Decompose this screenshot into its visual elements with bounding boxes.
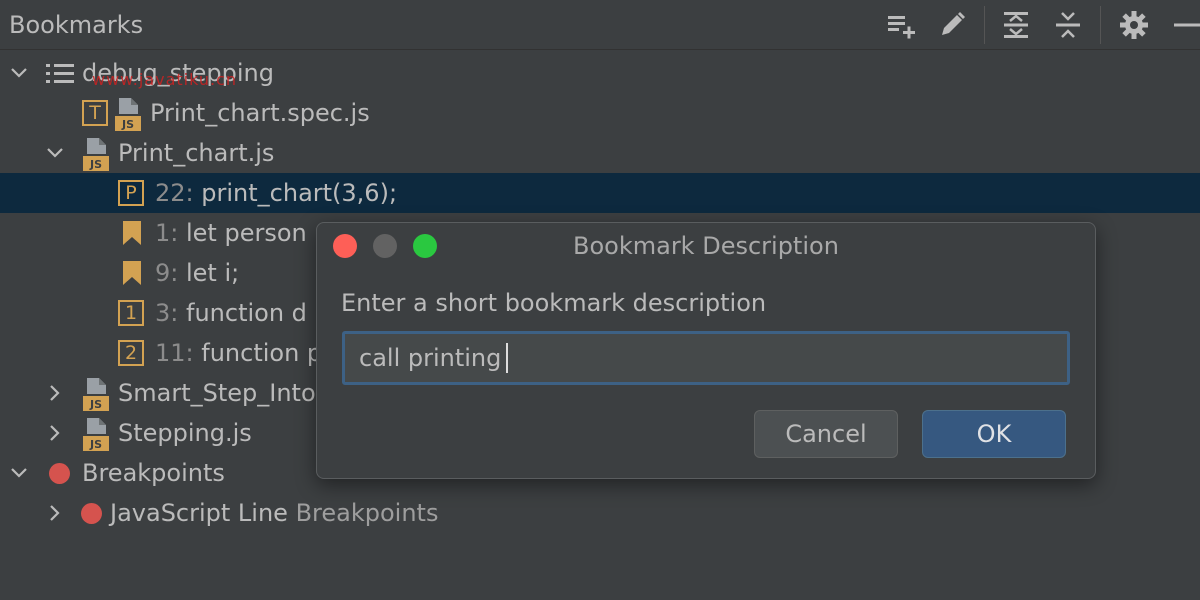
tree-item-label: Breakpoints	[82, 459, 225, 487]
panel-title: Bookmarks	[9, 11, 144, 39]
js-file-icon: JS	[83, 418, 109, 451]
cancel-button[interactable]: Cancel	[754, 410, 898, 458]
svg-text:JS: JS	[89, 398, 102, 411]
bookmark-label: 3: function d	[155, 298, 307, 328]
chevron-down-icon[interactable]	[9, 463, 29, 483]
mnemonic-badge-1: 1	[118, 300, 144, 326]
mnemonic-badge-2: 2	[118, 340, 144, 366]
line-number: 1:	[155, 219, 179, 247]
toolbar-separator	[984, 6, 985, 44]
bookmark-label: 1: let person	[155, 218, 307, 248]
line-number: 22:	[155, 179, 194, 207]
tree-item-label: Stepping.js	[118, 419, 252, 447]
line-number: 11:	[155, 339, 194, 367]
breakpoint-type-label: JavaScript Line	[110, 499, 288, 527]
bookmark-label: 9: let i;	[155, 258, 239, 288]
window-close-button[interactable]	[333, 234, 357, 258]
chevron-down-icon[interactable]	[9, 63, 29, 83]
js-file-icon: JS	[83, 378, 109, 411]
window-zoom-button[interactable]	[413, 234, 437, 258]
chevron-down-icon[interactable]	[45, 143, 65, 163]
tree-group-js-line-breakpoints[interactable]: JavaScript Line Breakpoints	[0, 493, 1200, 533]
bookmark-description-input[interactable]	[342, 331, 1070, 385]
tree-item-label: Smart_Step_Into	[118, 379, 316, 407]
watermark: www.javatiku.cn	[92, 70, 238, 89]
minimize-icon[interactable]	[1166, 8, 1200, 42]
tree-item-label: JavaScript Line Breakpoints	[110, 498, 438, 528]
line-code: let i;	[186, 259, 240, 287]
line-number: 9:	[155, 259, 179, 287]
svg-text:JS: JS	[89, 158, 102, 171]
line-code: function p	[201, 339, 323, 367]
toolbar-separator	[1100, 6, 1101, 44]
bookmarks-panel: Bookmarks debug_stepping www.javatiku.cn…	[0, 0, 1200, 600]
expand-all-icon[interactable]	[999, 8, 1033, 42]
bookmark-description-dialog: Bookmark Description Enter a short bookm…	[316, 222, 1096, 479]
js-file-icon: JS	[83, 138, 109, 171]
tree-file-print-chart-spec[interactable]: T JS Print_chart.spec.js	[0, 93, 1200, 133]
add-list-icon[interactable]	[884, 8, 918, 42]
chevron-right-icon[interactable]	[45, 503, 65, 523]
ok-button[interactable]: OK	[922, 410, 1066, 458]
bookmark-list-icon	[46, 64, 74, 83]
line-code: print_chart(3,6);	[201, 179, 398, 207]
svg-text:JS: JS	[89, 438, 102, 451]
line-code: let person	[186, 219, 307, 247]
text-cursor	[506, 343, 508, 373]
dialog-prompt-label: Enter a short bookmark description	[341, 289, 767, 317]
mnemonic-badge-p: P	[118, 180, 144, 206]
js-file-icon: JS	[115, 98, 141, 131]
tree-file-print-chart[interactable]: JS Print_chart.js	[0, 133, 1200, 173]
breakpoint-suffix-label: Breakpoints	[287, 499, 439, 527]
line-number: 3:	[155, 299, 179, 327]
chevron-right-icon[interactable]	[45, 383, 65, 403]
breakpoint-icon	[81, 503, 102, 524]
bookmark-row-line-22[interactable]: P 22: print_chart(3,6);	[0, 173, 1200, 213]
dialog-title-text: Bookmark Description	[573, 232, 839, 260]
bookmark-icon	[123, 221, 141, 245]
panel-header: Bookmarks	[0, 0, 1200, 50]
chevron-right-icon[interactable]	[45, 423, 65, 443]
collapse-all-icon[interactable]	[1051, 8, 1085, 42]
tree-item-label: Print_chart.spec.js	[150, 99, 370, 127]
bookmark-label: 22: print_chart(3,6);	[155, 178, 397, 208]
line-code: function d	[186, 299, 307, 327]
tree-item-label: Print_chart.js	[118, 139, 275, 167]
mnemonic-badge-t: T	[82, 100, 108, 126]
edit-icon[interactable]	[935, 8, 969, 42]
gear-icon[interactable]	[1117, 8, 1151, 42]
bookmark-label: 11: function p	[155, 338, 322, 368]
bookmark-icon	[123, 261, 141, 285]
svg-text:JS: JS	[121, 118, 134, 131]
window-minimize-button[interactable]	[373, 234, 397, 258]
breakpoint-icon	[49, 463, 70, 484]
